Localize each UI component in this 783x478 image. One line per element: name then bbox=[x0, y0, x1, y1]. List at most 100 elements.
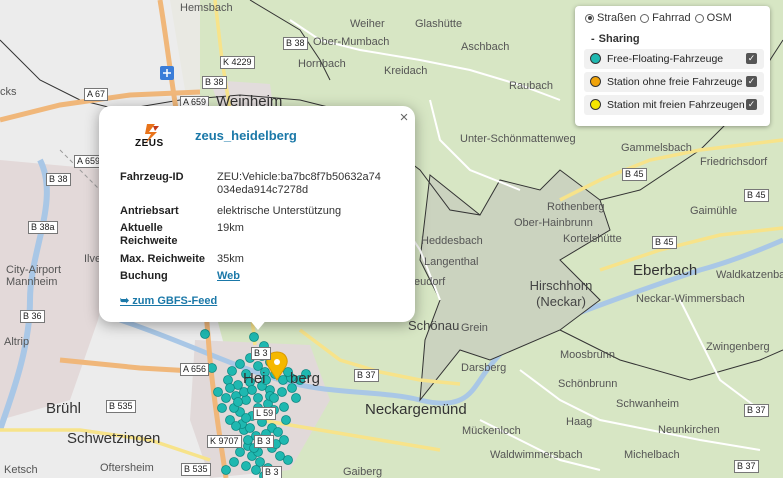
place-label: Langenthal bbox=[424, 256, 479, 268]
booking-label: Buchung bbox=[120, 270, 168, 282]
base-layer-option[interactable]: Fahrrad bbox=[640, 12, 691, 24]
free-floating-vehicle-marker[interactable] bbox=[213, 387, 223, 397]
free-floating-vehicle-marker[interactable] bbox=[233, 397, 243, 407]
layer-checkbox[interactable]: ✓ bbox=[746, 76, 757, 87]
base-layer-label: Straßen bbox=[597, 12, 637, 24]
teal-circle-icon bbox=[590, 53, 601, 64]
road-label: B 45 bbox=[744, 189, 769, 202]
base-layer-option[interactable]: OSM bbox=[694, 12, 732, 24]
free-floating-vehicle-marker[interactable] bbox=[273, 427, 283, 437]
gbfs-feed-link[interactable]: ➥ zum GBFS-Feed bbox=[120, 294, 217, 307]
free-floating-vehicle-marker[interactable] bbox=[243, 435, 253, 445]
road-label: B 45 bbox=[652, 236, 677, 249]
free-floating-vehicle-marker[interactable] bbox=[221, 465, 231, 475]
free-floating-vehicle-marker[interactable] bbox=[223, 375, 233, 385]
place-label: City-Airport bbox=[6, 264, 62, 276]
place-label: berg bbox=[290, 370, 321, 387]
free-floating-vehicle-marker[interactable] bbox=[241, 461, 251, 471]
free-floating-vehicle-marker[interactable] bbox=[249, 332, 259, 342]
place-label: Waldwimmersbach bbox=[490, 449, 583, 461]
place-label: Rothenberg bbox=[547, 201, 605, 213]
booking-web-link[interactable]: Web bbox=[217, 270, 387, 283]
free-floating-vehicle-marker[interactable] bbox=[235, 447, 245, 457]
free-floating-vehicle-marker[interactable] bbox=[281, 415, 291, 425]
free-floating-vehicle-marker[interactable] bbox=[231, 421, 241, 431]
free-floating-vehicle-marker[interactable] bbox=[235, 359, 245, 369]
current-range-value: 19km bbox=[217, 222, 244, 234]
layer-item-free-floating[interactable]: Free-Floating-Fahrzeuge ✓ bbox=[584, 49, 764, 69]
layer-item-station-empty[interactable]: Station ohne freie Fahrzeuge ✓ bbox=[584, 72, 764, 92]
place-label: Haag bbox=[566, 416, 593, 428]
radio-icon[interactable] bbox=[640, 13, 650, 23]
base-layer-option[interactable]: Straßen bbox=[585, 12, 636, 24]
free-floating-vehicle-marker[interactable] bbox=[229, 457, 239, 467]
place-label: Schwanheim bbox=[616, 398, 679, 410]
free-floating-vehicle-marker[interactable] bbox=[278, 375, 288, 385]
free-floating-vehicle-marker[interactable] bbox=[245, 423, 255, 433]
free-floating-vehicle-marker[interactable] bbox=[279, 402, 289, 412]
free-floating-vehicle-marker[interactable] bbox=[239, 387, 249, 397]
place-label: Waldkatzenbach bbox=[716, 269, 783, 281]
place-label: Schwetzingen bbox=[67, 430, 161, 447]
free-floating-vehicle-marker[interactable] bbox=[277, 387, 287, 397]
road-label: K 4229 bbox=[220, 56, 255, 69]
place-label: Aschbach bbox=[461, 41, 510, 53]
road-label: B 3 bbox=[251, 347, 271, 360]
free-floating-vehicle-marker[interactable] bbox=[291, 393, 301, 403]
layer-checkbox[interactable]: ✓ bbox=[746, 53, 757, 64]
place-label: Gaiberg bbox=[343, 466, 383, 478]
layer-item-station-available[interactable]: Station mit freien Fahrzeugen ✓ bbox=[584, 95, 764, 115]
place-label: Weiher bbox=[350, 18, 385, 30]
place-label: eudorf bbox=[414, 276, 446, 288]
road-label: B 38 bbox=[283, 37, 308, 50]
layer-item-label: Station mit freien Fahrzeugen bbox=[607, 99, 745, 111]
yellow-circle-icon bbox=[590, 99, 601, 110]
drive-type-label: Antriebsart bbox=[120, 205, 179, 217]
layer-item-label: Free-Floating-Fahrzeuge bbox=[607, 53, 724, 65]
operator-name: zeus_heidelberg bbox=[195, 128, 297, 143]
place-label: Schönbrunn bbox=[558, 378, 618, 390]
place-label: Ketsch bbox=[4, 464, 38, 476]
free-floating-vehicle-marker[interactable] bbox=[253, 393, 263, 403]
free-floating-vehicle-marker[interactable] bbox=[283, 455, 293, 465]
drive-type-value: elektrische Unterstützung bbox=[217, 205, 342, 217]
layer-checkbox[interactable]: ✓ bbox=[746, 99, 757, 110]
sharing-group-toggle[interactable]: - Sharing bbox=[591, 33, 640, 45]
road-label: B 535 bbox=[106, 400, 136, 413]
free-floating-vehicle-marker[interactable] bbox=[279, 435, 289, 445]
free-floating-vehicle-marker[interactable] bbox=[217, 403, 227, 413]
vehicle-id-label: Fahrzeug-ID bbox=[120, 171, 184, 183]
road-label: B 3 bbox=[262, 466, 282, 478]
road-label: B 38 bbox=[46, 173, 71, 186]
free-floating-vehicle-marker[interactable] bbox=[221, 393, 231, 403]
radio-icon[interactable] bbox=[694, 13, 704, 23]
road-label: B 37 bbox=[734, 460, 759, 473]
orange-circle-icon bbox=[590, 76, 601, 87]
place-label: Gaimühle bbox=[690, 205, 738, 217]
place-label: cks bbox=[0, 86, 17, 98]
radio-selected-icon[interactable] bbox=[585, 13, 594, 23]
free-floating-vehicle-marker[interactable] bbox=[227, 366, 237, 376]
place-label: Gammelsbach bbox=[621, 142, 692, 154]
current-range-label: Aktuelle Reichweite bbox=[120, 222, 178, 247]
road-label: K 9707 bbox=[207, 435, 242, 448]
base-layer-label: OSM bbox=[706, 12, 732, 24]
road-label: B 45 bbox=[622, 168, 647, 181]
free-floating-vehicle-marker[interactable] bbox=[200, 329, 210, 339]
place-label: Unter-Schönmattenweg bbox=[460, 133, 576, 145]
base-layer-selector: Straßen Fahrrad OSM bbox=[585, 12, 732, 24]
close-icon[interactable]: × bbox=[397, 110, 411, 126]
free-floating-vehicle-marker[interactable] bbox=[241, 395, 251, 405]
base-layer-label: Fahrrad bbox=[652, 12, 691, 24]
free-floating-vehicle-marker[interactable] bbox=[251, 465, 261, 475]
road-label: B 37 bbox=[744, 404, 769, 417]
free-floating-vehicle-marker[interactable] bbox=[269, 393, 279, 403]
road-label: A 656 bbox=[180, 363, 210, 376]
free-floating-vehicle-marker[interactable] bbox=[225, 383, 235, 393]
road-label: B 37 bbox=[354, 369, 379, 382]
free-floating-vehicle-marker[interactable] bbox=[241, 413, 251, 423]
road-label: B 36 bbox=[20, 310, 45, 323]
place-label: Hemsbach bbox=[180, 2, 233, 14]
place-label: Hei bbox=[243, 370, 266, 387]
free-floating-vehicle-marker[interactable] bbox=[275, 451, 285, 461]
